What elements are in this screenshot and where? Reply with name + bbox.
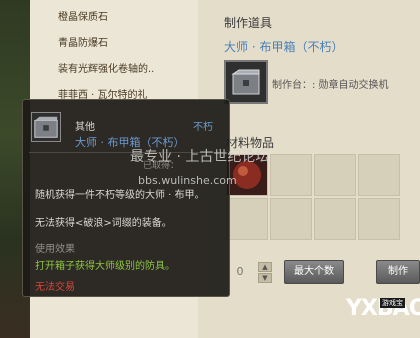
craft-item-slot[interactable] xyxy=(224,60,268,104)
cloth-chest-icon xyxy=(231,69,260,95)
quantity-up-button[interactable]: ▲ xyxy=(258,262,272,272)
material-slot[interactable] xyxy=(314,154,356,196)
watermark-title: 最专业 · 上古世纪论坛 xyxy=(130,149,270,165)
craft-button[interactable]: 制作 xyxy=(376,260,420,284)
cloth-chest-icon xyxy=(34,116,58,138)
tooltip-description: 随机获得一件不朽等级的大师 · 布甲。 xyxy=(35,190,205,201)
max-quantity-button[interactable]: 最大个数 xyxy=(284,260,344,284)
tooltip-category: 其他 xyxy=(75,122,95,133)
tooltip-use-effect-text: 打开箱子获得大师级别的防具。 xyxy=(35,261,175,272)
watermark-url: bbs.wulinshe.com xyxy=(138,174,237,187)
material-slot[interactable] xyxy=(226,198,268,240)
material-slot[interactable] xyxy=(270,154,312,196)
tool-section-title: 制作道具 xyxy=(224,16,273,30)
item-tooltip: 其他 不朽 大师 · 布甲箱（不朽） 已取得： 随机获得一件不朽等级的大师 · … xyxy=(22,99,230,297)
workbench-label: 制作台：: 勋章自动交换机 xyxy=(272,80,389,91)
quantity-down-button[interactable]: ▼ xyxy=(258,273,272,283)
material-slot[interactable] xyxy=(270,198,312,240)
quantity-field[interactable]: 0 xyxy=(230,262,250,282)
tooltip-rarity: 不朽 xyxy=(193,122,213,133)
craft-item-name: 大师 · 布甲箱（不朽） xyxy=(224,40,344,54)
tooltip-no-trade: 无法交易 xyxy=(35,282,75,293)
recipe-item[interactable]: 装有光辉强化卷轴的.. xyxy=(58,60,194,80)
tooltip-item-icon-frame xyxy=(31,112,61,142)
recipe-item[interactable]: 青晶防爆石 xyxy=(58,34,194,54)
tooltip-use-effect-label: 使用效果 xyxy=(35,244,75,255)
recipe-item[interactable]: 橙晶保质石 xyxy=(58,8,194,28)
material-slot[interactable] xyxy=(358,198,400,240)
yxbao-logo-sub: 游戏宝 xyxy=(380,298,405,308)
tooltip-restriction: 无法获得<破浪>词缀的装备。 xyxy=(35,218,172,229)
material-slot[interactable] xyxy=(314,198,356,240)
material-slot[interactable] xyxy=(358,154,400,196)
